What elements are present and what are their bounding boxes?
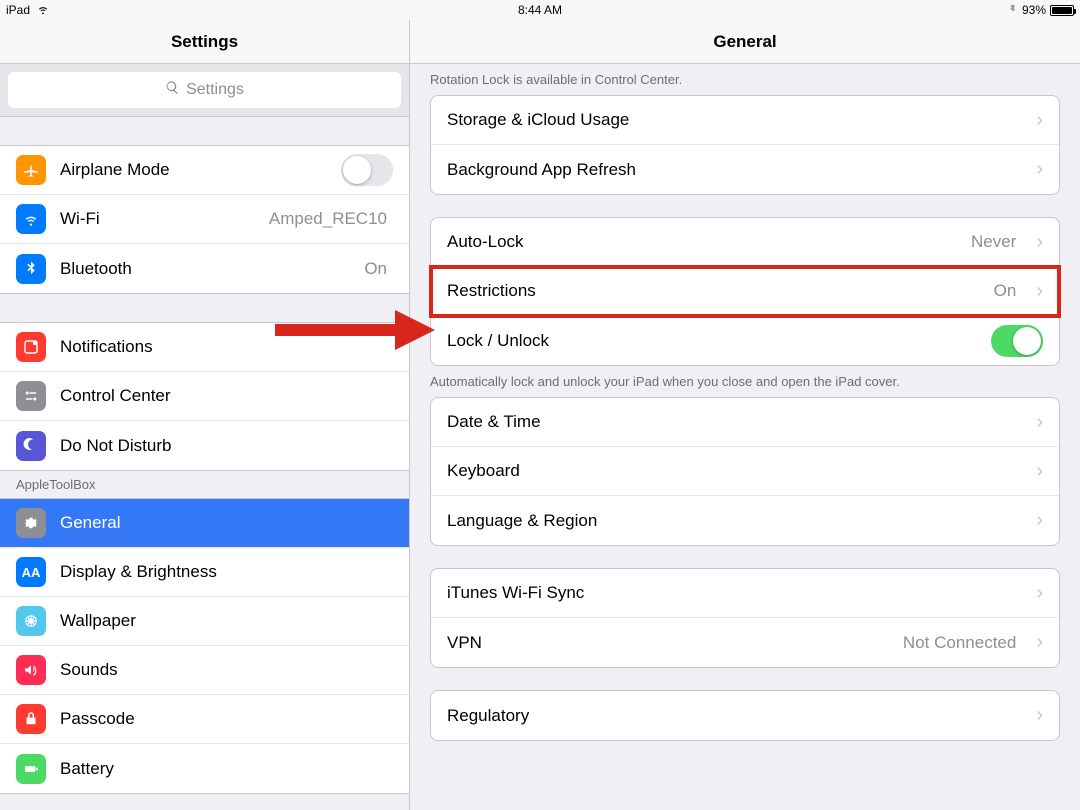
row-autolock[interactable]: Auto-Lock Never › [431,218,1059,267]
sidebar-item-controlcenter[interactable]: Control Center [0,372,409,421]
chevron-icon: › [1036,109,1043,132]
vpn-value: Not Connected [903,633,1016,653]
sidebar-item-bluetooth[interactable]: Bluetooth On [0,244,409,293]
device-label: iPad [6,3,30,17]
passcode-label: Passcode [60,709,393,729]
chevron-icon: › [1036,231,1043,254]
lockunlock-label: Lock / Unlock [447,331,977,351]
sidebar-item-sounds[interactable]: Sounds [0,646,409,695]
search-placeholder: Settings [186,81,244,99]
lockunlock-toggle[interactable] [991,325,1043,357]
controlcenter-icon [16,381,46,411]
bluetooth-icon [16,254,46,284]
search-wrap: Settings [0,64,409,117]
battery-icon-row [16,754,46,784]
general-label: General [60,513,393,533]
detail-group-locale: Date & Time › Keyboard › Language & Regi… [430,397,1060,546]
detail-pane: General Rotation Lock is available in Co… [410,20,1080,810]
detail-group-sync: iTunes Wi-Fi Sync › VPN Not Connected › [430,568,1060,668]
airplane-icon [16,155,46,185]
controlcenter-label: Control Center [60,386,393,406]
chevron-icon: › [1036,509,1043,532]
battery-icon [1050,5,1074,16]
airplane-label: Airplane Mode [60,160,327,180]
sidebar-group-device: General AA Display & Brightness Wallpape… [0,498,409,794]
battery-label: Battery [60,759,393,779]
wifi-label: Wi-Fi [60,209,255,229]
airplane-toggle[interactable] [341,154,393,186]
sounds-label: Sounds [60,660,393,680]
row-vpn[interactable]: VPN Not Connected › [431,618,1059,667]
row-lockunlock[interactable]: Lock / Unlock [431,316,1059,365]
notifications-icon [16,332,46,362]
chevron-icon: › [1036,411,1043,434]
ituneswifi-label: iTunes Wi-Fi Sync [447,583,1022,603]
row-datetime[interactable]: Date & Time › [431,398,1059,447]
chevron-icon: › [1036,582,1043,605]
bluetooth-status-icon [1007,3,1018,17]
dnd-label: Do Not Disturb [60,436,393,456]
sidebar-item-display[interactable]: AA Display & Brightness [0,548,409,597]
sidebar-item-wifi[interactable]: Wi-Fi Amped_REC10 [0,195,409,244]
status-time: 8:44 AM [362,3,718,17]
restrictions-label: Restrictions [447,281,980,301]
sidebar-item-wallpaper[interactable]: Wallpaper [0,597,409,646]
chevron-icon: › [1036,280,1043,303]
dnd-icon [16,431,46,461]
note-rotation-lock: Rotation Lock is available in Control Ce… [410,64,1080,95]
chevron-icon: › [1036,158,1043,181]
sidebar-item-airplane[interactable]: Airplane Mode [0,146,409,195]
autolock-label: Auto-Lock [447,232,957,252]
sidebar-item-dnd[interactable]: Do Not Disturb [0,421,409,470]
passcode-icon [16,704,46,734]
annotation-arrow-icon [275,310,435,355]
note-lockunlock: Automatically lock and unlock your iPad … [410,366,1080,397]
settings-sidebar: Settings Settings Airplane Mode [0,20,410,810]
restrictions-value: On [994,281,1017,301]
bgrefresh-label: Background App Refresh [447,160,1022,180]
detail-group-storage: Storage & iCloud Usage › Background App … [430,95,1060,195]
display-label: Display & Brightness [60,562,393,582]
wifi-status-icon [36,2,50,19]
wifi-value: Amped_REC10 [269,209,387,229]
row-ituneswifi[interactable]: iTunes Wi-Fi Sync › [431,569,1059,618]
sidebar-item-battery[interactable]: Battery [0,744,409,793]
sidebar-title: Settings [0,20,409,64]
row-storage[interactable]: Storage & iCloud Usage › [431,96,1059,145]
detail-group-regulatory: Regulatory › [430,690,1060,741]
chevron-icon: › [1036,460,1043,483]
autolock-value: Never [971,232,1016,252]
row-bgrefresh[interactable]: Background App Refresh › [431,145,1059,194]
row-keyboard[interactable]: Keyboard › [431,447,1059,496]
chevron-icon: › [1036,631,1043,654]
status-bar: iPad 8:44 AM 93% [0,0,1080,20]
bluetooth-label: Bluetooth [60,259,350,279]
detail-title: General [410,20,1080,64]
search-input[interactable]: Settings [8,72,401,108]
storage-label: Storage & iCloud Usage [447,110,1022,130]
sidebar-item-passcode[interactable]: Passcode [0,695,409,744]
chevron-icon: › [1036,704,1043,727]
keyboard-label: Keyboard [447,461,1022,481]
wallpaper-icon [16,606,46,636]
row-regulatory[interactable]: Regulatory › [431,691,1059,740]
general-icon [16,508,46,538]
wifi-icon [16,204,46,234]
battery-pct: 93% [1022,3,1046,17]
wallpaper-label: Wallpaper [60,611,393,631]
language-label: Language & Region [447,511,1022,531]
vpn-label: VPN [447,633,889,653]
regulatory-label: Regulatory [447,706,1022,726]
search-icon [165,80,180,100]
sidebar-item-general[interactable]: General [0,499,409,548]
detail-group-lock: Auto-Lock Never › Restrictions On › Lock… [430,217,1060,366]
sidebar-group-connectivity: Airplane Mode Wi-Fi Amped_REC10 Bluetoot… [0,145,409,294]
row-restrictions[interactable]: Restrictions On › [431,267,1059,316]
section-header-appletoolbox: AppleToolBox [0,471,409,498]
display-icon: AA [16,557,46,587]
sounds-icon [16,655,46,685]
datetime-label: Date & Time [447,412,1022,432]
row-language[interactable]: Language & Region › [431,496,1059,545]
bluetooth-value: On [364,259,387,279]
